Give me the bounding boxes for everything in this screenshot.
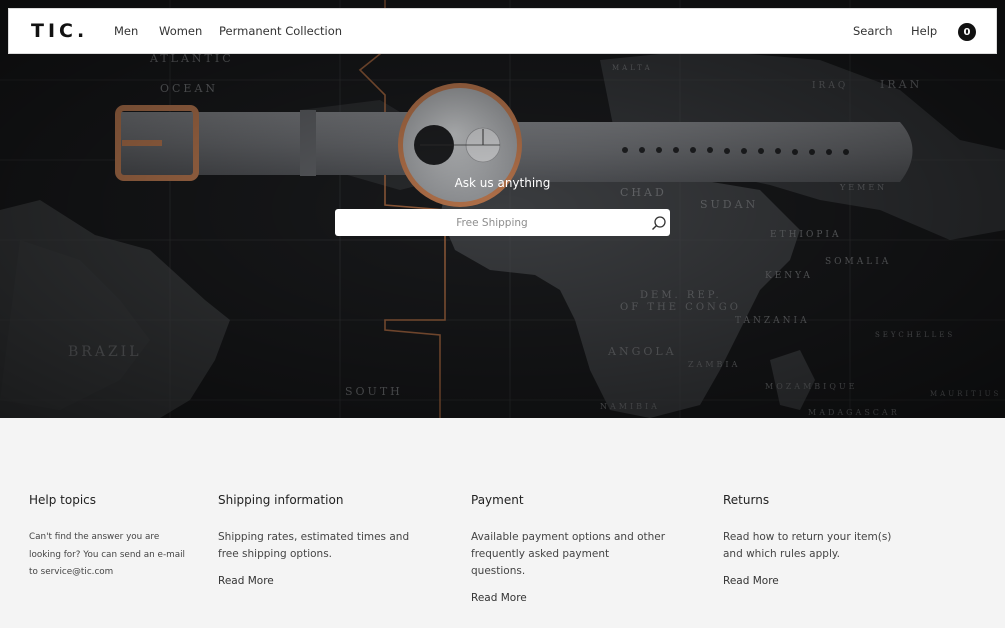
shipping-read-more-link[interactable]: Read More [218,575,413,587]
nav-link-permanent-collection[interactable]: Permanent Collection [219,24,342,38]
search-icon[interactable] [651,215,667,231]
footer-payment: Payment Available payment options and ot… [471,493,666,604]
returns-title: Returns [723,493,770,507]
nav-link-women[interactable]: Women [159,24,202,38]
help-topics-title: Help topics [29,493,97,507]
ask-heading: Ask us anything [454,176,551,190]
payment-text: Available payment options and other freq… [471,531,666,577]
top-navigation: TIC. Men Women Permanent Collection Sear… [8,8,997,54]
search-input[interactable] [335,209,645,236]
payment-title: Payment [471,493,524,507]
hero-banner: ATLANTIC OCEAN BRAZIL SOUTH CHAD SUDAN E… [0,0,1005,418]
shipping-title: Shipping information [218,493,344,507]
search-bar[interactable] [335,209,670,236]
nav-link-men[interactable]: Men [114,24,138,38]
footer-returns: Returns Read how to return your item(s) … [723,493,913,587]
cart-count-badge[interactable]: 0 [958,23,976,41]
returns-read-more-link[interactable]: Read More [723,575,913,587]
footer-help-topics: Help topics Can't find the answer you ar… [29,493,189,582]
nav-search-link[interactable]: Search [853,24,893,38]
returns-text: Read how to return your item(s) and whic… [723,531,892,560]
footer-shipping: Shipping information Shipping rates, est… [218,493,413,587]
nav-help-link[interactable]: Help [911,24,937,38]
help-topics-text: Can't find the answer you are looking fo… [29,532,185,577]
brand-logo[interactable]: TIC. [31,20,88,42]
shipping-text: Shipping rates, estimated times and free… [218,531,410,560]
payment-read-more-link[interactable]: Read More [471,592,666,604]
